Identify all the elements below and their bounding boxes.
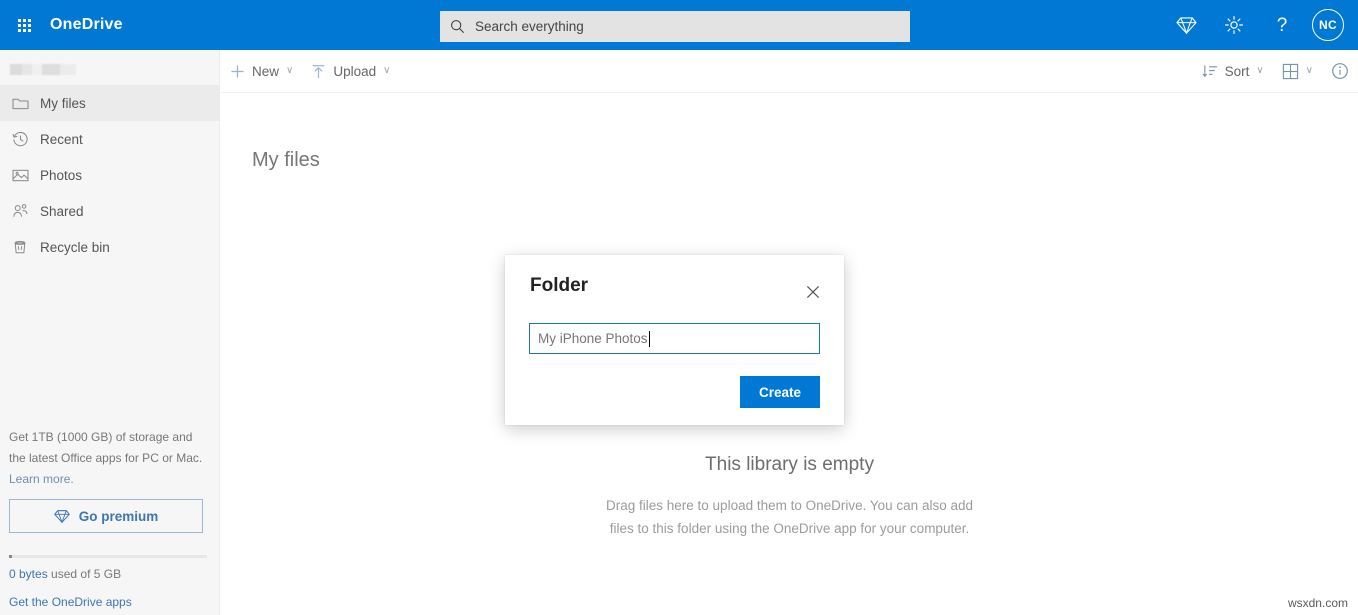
search-input[interactable] — [475, 19, 900, 34]
text-caret — [649, 331, 650, 347]
go-premium-label: Go premium — [79, 509, 159, 524]
sort-label: Sort — [1225, 64, 1250, 79]
premium-button[interactable] — [1162, 0, 1210, 50]
chevron-down-icon[interactable]: ∨ — [383, 66, 390, 76]
app-launcher-button[interactable] — [0, 0, 48, 50]
sort-button[interactable]: Sort ∨ — [1193, 50, 1273, 93]
sidebar-item-my-files[interactable]: My files — [0, 85, 219, 121]
watermark: wsxdn.com — [1284, 595, 1352, 611]
view-switcher-button[interactable]: ∨ — [1273, 50, 1322, 93]
onedrive-app-window: OneDrive — [0, 0, 1358, 615]
get-onedrive-apps-link[interactable]: Get the OneDrive apps — [9, 595, 211, 609]
sidebar-item-label: My files — [40, 96, 86, 111]
search-icon — [450, 19, 465, 34]
help-button[interactable]: ? — [1258, 0, 1306, 50]
info-circle-icon — [1331, 62, 1349, 80]
nav-list: My files Recent — [0, 85, 219, 265]
dialog-input-row: My iPhone Photos — [505, 305, 844, 354]
brand-onedrive[interactable]: OneDrive — [50, 16, 123, 34]
empty-state: This library is empty Drag files here to… — [221, 454, 1358, 540]
upload-arrow-icon — [311, 64, 326, 79]
sidebar-item-label: Shared — [40, 204, 84, 219]
promo-text: Get 1TB (1000 GB) of storage and the lat… — [9, 427, 211, 490]
chevron-down-icon[interactable]: ∨ — [286, 66, 293, 76]
upload-button[interactable]: Upload ∨ — [302, 50, 399, 93]
folder-name-input[interactable]: My iPhone Photos — [529, 323, 820, 354]
sidebar-item-recycle-bin[interactable]: Recycle bin — [0, 229, 219, 265]
folder-name-value: My iPhone Photos — [538, 331, 648, 346]
sidebar-item-label: Recycle bin — [40, 240, 110, 255]
chevron-down-icon[interactable]: ∨ — [1306, 66, 1313, 76]
diamond-icon — [54, 509, 70, 524]
tiles-view-icon — [1282, 63, 1299, 80]
empty-state-heading: This library is empty — [221, 454, 1358, 476]
go-premium-button[interactable]: Go premium — [9, 499, 203, 533]
new-label: New — [252, 64, 279, 79]
sidebar-item-recent[interactable]: Recent — [0, 121, 219, 157]
sidebar-item-shared[interactable]: Shared — [0, 193, 219, 229]
help-icon: ? — [1277, 16, 1288, 35]
new-button[interactable]: New ∨ — [221, 50, 302, 93]
close-icon[interactable] — [800, 279, 826, 305]
promo-line-2: the latest Office apps for PC or Mac. — [9, 451, 202, 465]
settings-button[interactable] — [1210, 0, 1258, 50]
search-box[interactable] — [440, 11, 910, 42]
command-bar: New ∨ Upload ∨ Sort ∨ — [221, 50, 1358, 93]
dialog-header: Folder — [505, 255, 844, 305]
trash-bin-icon — [12, 239, 40, 255]
suite-header-bar: OneDrive — [0, 0, 1358, 50]
empty-state-line-2: files to this folder using the OneDrive … — [610, 521, 969, 536]
chevron-down-icon[interactable]: ∨ — [1256, 66, 1263, 76]
empty-state-description: Drag files here to upload them to OneDri… — [221, 494, 1358, 540]
suite-actions: ? NC — [1162, 0, 1350, 50]
empty-state-line-1: Drag files here to upload them to OneDri… — [606, 498, 973, 513]
people-icon — [12, 203, 40, 219]
page-title: My files — [252, 149, 1358, 172]
storage-progress-bar — [9, 555, 207, 558]
app-launcher-waffle-icon — [18, 19, 31, 32]
sidebar-item-photos[interactable]: Photos — [0, 157, 219, 193]
storage-usage-text: 0 bytes used of 5 GB — [9, 567, 211, 581]
account-name-redacted — [10, 64, 76, 75]
premium-diamond-icon — [1176, 16, 1197, 35]
folder-icon — [12, 96, 40, 111]
upload-label: Upload — [333, 64, 376, 79]
storage-promo-panel: Get 1TB (1000 GB) of storage and the lat… — [0, 427, 220, 615]
promo-line-1: Get 1TB (1000 GB) of storage and — [9, 430, 192, 444]
plus-icon — [230, 64, 245, 79]
create-folder-dialog: Folder My iPhone Photos Create — [505, 255, 844, 425]
command-bar-right-group: Sort ∨ ∨ — [1193, 50, 1358, 93]
dialog-title: Folder — [530, 275, 588, 297]
storage-used-value: 0 bytes — [9, 567, 48, 581]
settings-gear-icon — [1224, 15, 1244, 35]
picture-icon — [12, 168, 40, 183]
storage-total-value: used of 5 GB — [48, 567, 121, 581]
sidebar-item-label: Photos — [40, 168, 82, 183]
details-info-button[interactable] — [1322, 50, 1358, 93]
left-navigation: My files Recent — [0, 50, 220, 615]
sidebar-item-label: Recent — [40, 132, 83, 147]
sort-descending-icon — [1202, 64, 1218, 79]
clock-history-icon — [12, 131, 40, 148]
avatar[interactable]: NC — [1312, 9, 1344, 41]
storage-progress-fill — [9, 555, 12, 558]
dialog-footer: Create — [505, 354, 844, 408]
learn-more-link[interactable]: Learn more. — [9, 472, 74, 486]
create-button[interactable]: Create — [740, 376, 820, 408]
